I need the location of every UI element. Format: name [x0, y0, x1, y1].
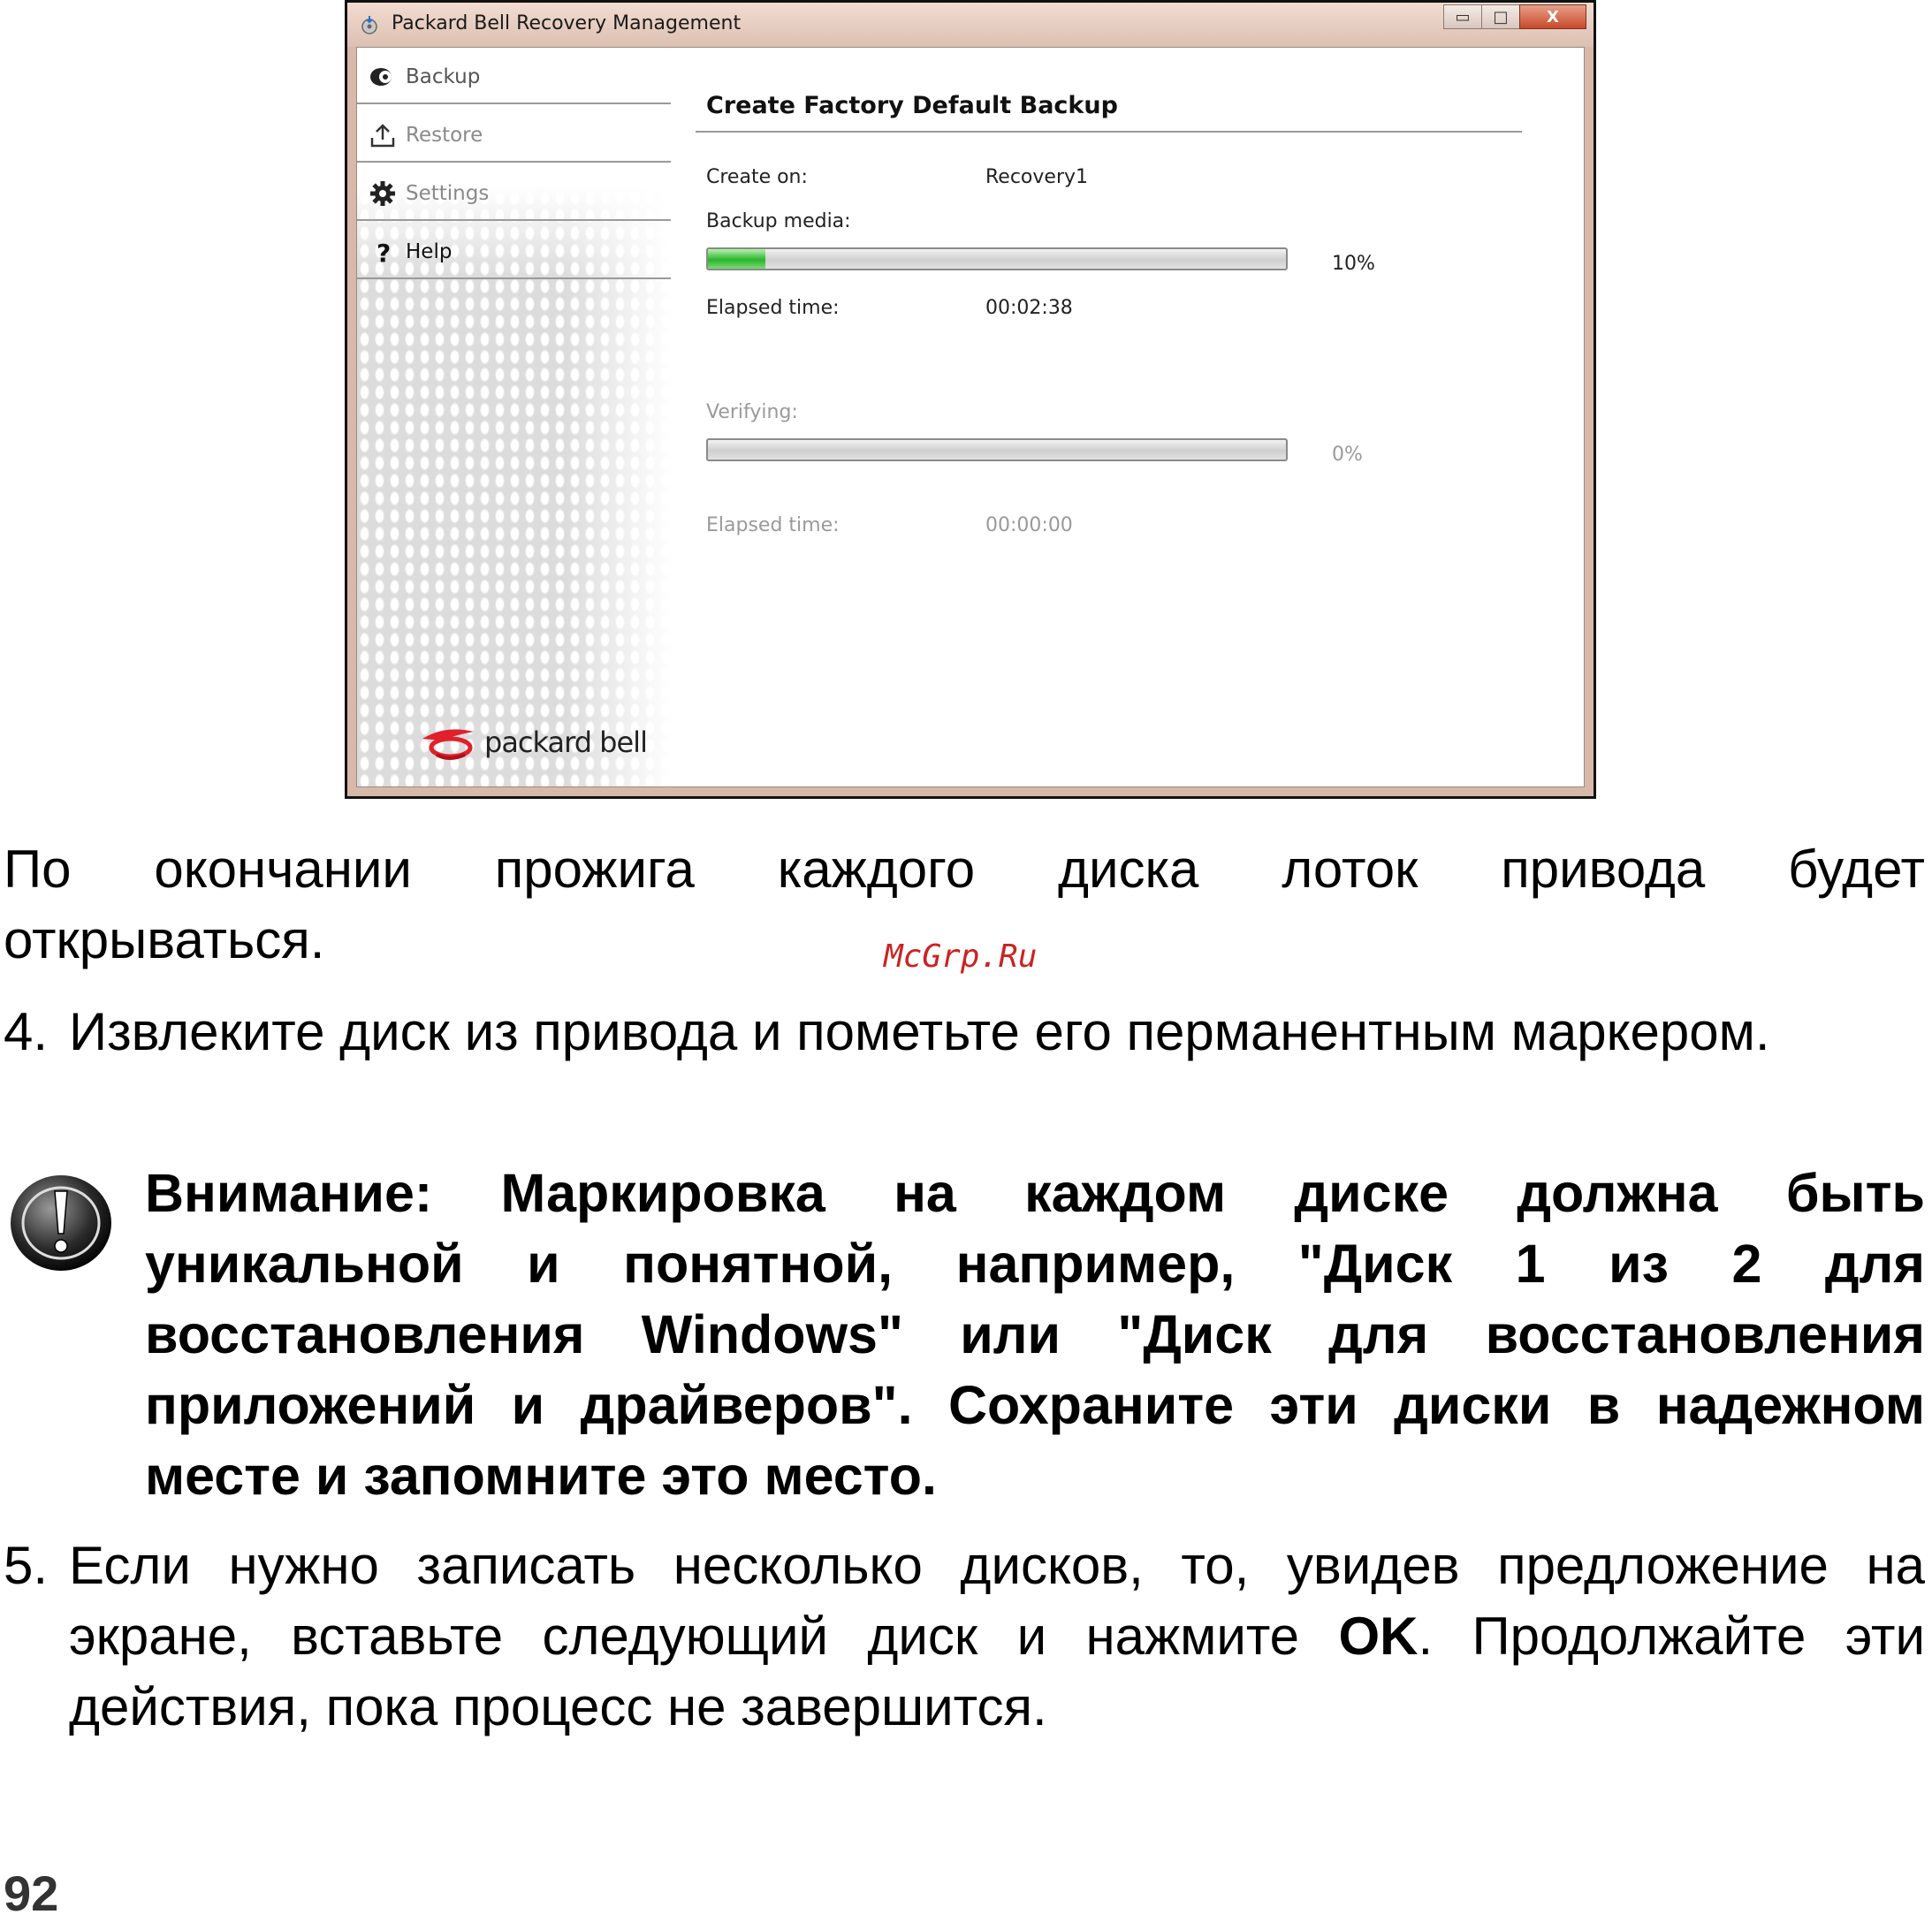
logo-text: packard bell — [484, 725, 648, 759]
step-5-text: Если нужно записать несколько дисков, то… — [69, 1531, 1925, 1743]
window-controls: ▭ □ X — [1443, 4, 1586, 29]
sidebar: Backup Restore Settings ? Help packard b… — [357, 48, 671, 786]
elapsed-time-label-2: Elapsed time: — [706, 514, 840, 536]
window-client: Backup Restore Settings ? Help packard b… — [356, 47, 1585, 787]
step-4-number: 4. — [4, 1002, 49, 1061]
sidebar-item-label: Help — [406, 240, 453, 263]
verifying-label: Verifying: — [706, 401, 798, 423]
backup-progress-fill — [708, 249, 766, 269]
backup-panel: Create Factory Default Backup Create on:… — [671, 48, 1584, 786]
warning-icon — [11, 1175, 111, 1271]
sidebar-item-label: Backup — [406, 65, 481, 88]
sidebar-item-label: Restore — [406, 124, 483, 147]
sidebar-item-help[interactable]: ? Help — [357, 223, 671, 279]
verify-progress-bar — [706, 438, 1288, 461]
app-icon — [361, 16, 377, 34]
sidebar-item-restore[interactable]: Restore — [357, 106, 671, 163]
page-number: 92 — [4, 1865, 59, 1921]
logo-mark-icon — [422, 729, 474, 760]
elapsed-time-label: Elapsed time: — [706, 297, 840, 319]
ok-key-label: OK — [1338, 1607, 1419, 1666]
minimize-button[interactable]: ▭ — [1443, 4, 1482, 29]
help-icon: ? — [377, 239, 391, 265]
verify-progress-percent: 0% — [1332, 444, 1363, 466]
backup-progress-bar — [706, 247, 1288, 270]
recovery-window: Packard Bell Recovery Management ▭ □ X B… — [345, 0, 1596, 799]
backup-progress-percent: 10% — [1332, 253, 1375, 275]
title-bar: Packard Bell Recovery Management ▭ □ X — [347, 3, 1594, 47]
sidebar-item-settings[interactable]: Settings — [357, 164, 671, 221]
paragraph-line-1: По окончании прожига каждого диска лоток… — [4, 839, 1925, 899]
backup-icon — [370, 68, 392, 86]
packard-bell-logo: packard bell — [419, 723, 648, 762]
warning-text: Внимание: Маркировка на каждом диске дол… — [145, 1163, 1925, 1506]
restore-icon — [370, 124, 395, 148]
step-5-number: 5. — [4, 1536, 49, 1595]
sidebar-item-label: Settings — [406, 182, 490, 205]
backup-media-label: Backup media: — [706, 210, 851, 232]
elapsed-time-value: 00:02:38 — [985, 297, 1073, 319]
svg-text:?: ? — [377, 239, 391, 265]
elapsed-time-value-2: 00:00:00 — [985, 514, 1073, 536]
maximize-button[interactable]: □ — [1481, 4, 1520, 29]
panel-heading: Create Factory Default Backup — [706, 92, 1118, 119]
create-on-value: Recovery1 — [985, 166, 1089, 188]
close-icon: X — [1547, 7, 1559, 27]
maximize-icon: □ — [1493, 7, 1509, 27]
gear-icon — [370, 181, 395, 206]
create-on-label: Create on: — [706, 166, 808, 188]
sidebar-item-backup[interactable]: Backup — [357, 48, 671, 104]
heading-divider — [696, 131, 1522, 133]
step-4-text: Извлеките диск из привода и пометьте его… — [69, 1002, 1770, 1061]
close-button[interactable]: X — [1519, 4, 1586, 29]
minimize-icon: ▭ — [1455, 7, 1471, 27]
watermark: McGrp.Ru — [884, 938, 1038, 975]
window-title: Packard Bell Recovery Management — [392, 12, 742, 34]
